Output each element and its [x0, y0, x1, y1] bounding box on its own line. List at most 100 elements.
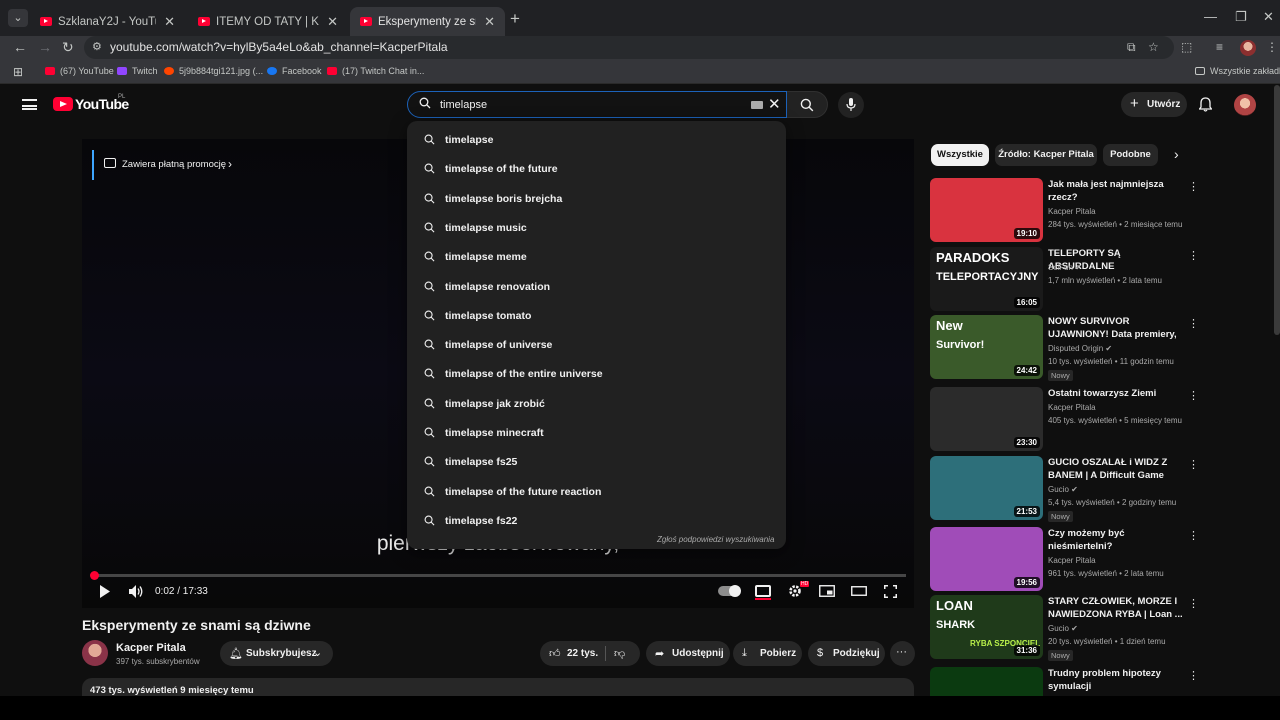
browser-tab[interactable]: ITEMY OD TATY | KISS or SLAP | ✕ [188, 7, 348, 36]
close-window-icon[interactable]: ✕ [1263, 9, 1274, 25]
more-options-icon[interactable]: ⋮ [1188, 458, 1199, 471]
subscribe-button[interactable]: 🔔︎ Subskrybujesz ⌄ [220, 641, 333, 666]
tab-close-icon[interactable]: ✕ [484, 14, 495, 30]
thanks-button[interactable]: $ Podziękuj [808, 641, 885, 666]
video-thumbnail[interactable]: LOAN SHARK RYBA SZPONCIEL 31:36 [930, 595, 1043, 659]
media-controls-icon[interactable]: ≡ [1216, 40, 1223, 54]
search-suggestion-item[interactable]: timelapse of the entire universe [407, 360, 786, 389]
profile-avatar[interactable] [1240, 40, 1256, 56]
more-options-icon[interactable]: ⋮ [1188, 317, 1199, 330]
new-tab-icon[interactable]: + [510, 9, 520, 29]
bookmark-item[interactable]: (67) YouTube [45, 66, 114, 76]
volume-icon[interactable] [129, 585, 144, 598]
recommended-video-title[interactable]: Jak mała jest najmniejsza rzecz? [1048, 178, 1188, 204]
fullscreen-icon[interactable] [884, 585, 897, 598]
extensions-icon[interactable]: ⬚ [1181, 40, 1192, 54]
recommended-channel[interactable]: Disputed Origin ✔ [1048, 344, 1112, 353]
search-suggestion-item[interactable]: timelapse of the future reaction [407, 478, 786, 507]
dislike-icon[interactable]: 👎︎ [614, 647, 625, 660]
recommended-video[interactable]: LOAN SHARK RYBA SZPONCIEL 31:36 STARY CZŁOWI… [930, 595, 1270, 661]
notifications-bell-icon[interactable] [1199, 97, 1212, 112]
clear-search-icon[interactable]: ✕ [768, 95, 781, 113]
recommended-video-title[interactable]: Ostatni towarzysz Ziemi [1048, 387, 1188, 400]
progress-bar[interactable] [89, 571, 906, 580]
recommended-channel[interactable]: Gucio ✔ [1048, 485, 1078, 494]
recommended-video[interactable]: 19:56 Czy możemy być nieśmiertelni? Kacper… [930, 527, 1270, 591]
share-button[interactable]: ➦ Udostępnij [646, 641, 730, 666]
recommended-channel[interactable]: Gucio ✔ [1048, 624, 1078, 633]
video-thumbnail[interactable]: 19:10 [930, 178, 1043, 242]
forward-icon[interactable]: → [38, 39, 52, 55]
search-suggestion-item[interactable]: timelapse fs25 [407, 448, 786, 477]
browser-tab[interactable]: SzklanaY2J - YouTube ✕ [30, 7, 185, 36]
video-thumbnail[interactable]: 21:53 [930, 456, 1043, 520]
search-suggestion-item[interactable]: timelapse of the future [407, 155, 786, 184]
tab-search-button[interactable]: ⌄ [8, 9, 28, 27]
play-icon[interactable] [99, 585, 111, 598]
search-suggestion-item[interactable]: timelapse renovation [407, 273, 786, 302]
progress-scrubber[interactable] [89, 571, 99, 580]
recommended-video-title[interactable]: Czy możemy być nieśmiertelni? [1048, 527, 1188, 553]
channel-avatar[interactable] [82, 640, 108, 666]
recommended-video[interactable]: New Survivor! 24:42 NOWY SURVIVOR UJAWNIONY… [930, 315, 1270, 381]
more-options-icon[interactable]: ⋮ [1188, 529, 1199, 542]
recommended-video[interactable]: 23:30 Ostatni towarzysz Ziemi Kacper Pital… [930, 387, 1270, 451]
recommended-channel[interactable]: Kacper Pitala [1048, 556, 1096, 565]
restore-icon[interactable]: ❐ [1235, 9, 1247, 25]
recommended-video-title[interactable]: Trudny problem hipotezy symulacji [1048, 667, 1188, 693]
more-actions-button[interactable]: ··· [890, 641, 915, 666]
reload-icon[interactable]: ↻ [62, 39, 74, 56]
more-options-icon[interactable]: ⋮ [1188, 669, 1199, 682]
chip-related[interactable]: Podobne [1103, 144, 1158, 166]
video-thumbnail[interactable]: PARADOKS TELEPORTACYJNY 16:05 [930, 247, 1043, 311]
search-button[interactable] [787, 91, 828, 118]
paid-promotion-badge[interactable]: Zawiera płatną promocję › [92, 150, 242, 180]
address-bar[interactable]: ⚙ youtube.com/watch?v=hylBy5a4eLo&ab_cha… [84, 36, 1174, 59]
recommended-video[interactable]: PARADOKS TELEPORTACYJNY 16:05 TELEPORTY SĄ … [930, 247, 1270, 311]
bookmark-star-icon[interactable]: ☆ [1148, 40, 1159, 54]
search-suggestion-item[interactable]: timelapse boris brejcha [407, 185, 786, 214]
minimize-icon[interactable]: — [1204, 9, 1217, 24]
search-suggestion-item[interactable]: timelapse [407, 126, 786, 155]
chevron-right-icon[interactable]: › [1174, 146, 1179, 162]
search-suggestion-item[interactable]: timelapse jak zrobić [407, 390, 786, 419]
search-input[interactable] [440, 96, 740, 114]
bookmark-item[interactable]: Twitch [117, 66, 158, 76]
recommended-video[interactable]: 19:10 Jak mała jest najmniejsza rzecz? Kac… [930, 178, 1270, 242]
report-suggestions-link[interactable]: Zgłoś podpowiedzi wyszukiwania [657, 535, 774, 544]
search-suggestion-item[interactable]: timelapse fs22 [407, 507, 786, 536]
install-app-icon[interactable]: ⧉ [1127, 40, 1136, 55]
video-thumbnail[interactable]: 19:56 [930, 527, 1043, 591]
tab-close-icon[interactable]: ✕ [327, 14, 338, 30]
like-icon[interactable]: 👍︎ [549, 647, 561, 660]
download-button[interactable]: ⤓ Pobierz [733, 641, 802, 666]
menu-icon[interactable] [22, 99, 37, 110]
recommended-video-title[interactable]: NOWY SURVIVOR UJAWNIONY! Data premiery, … [1048, 315, 1188, 341]
recommended-channel[interactable]: SciFun ✔ [1048, 263, 1082, 272]
search-box[interactable]: ✕ [407, 91, 787, 118]
tab-close-icon[interactable]: ✕ [164, 14, 175, 30]
theater-mode-icon[interactable] [851, 586, 867, 596]
all-bookmarks-button[interactable]: Wszystkie zakładki [1195, 66, 1280, 76]
search-suggestion-item[interactable]: timelapse tomato [407, 302, 786, 331]
chip-source[interactable]: Źródło: Kacper Pitala [995, 144, 1097, 166]
autoplay-toggle[interactable] [718, 585, 741, 597]
bookmark-item[interactable]: 5j9b884tgi121.jpg (... [164, 66, 263, 76]
more-options-icon[interactable]: ⋮ [1188, 249, 1199, 262]
back-icon[interactable]: ← [13, 39, 27, 55]
chip-all[interactable]: Wszystkie [931, 144, 989, 166]
search-suggestion-item[interactable]: timelapse of universe [407, 331, 786, 360]
miniplayer-icon[interactable] [819, 585, 835, 597]
recommended-video[interactable]: 21:53 GUCIO OSZALAŁ i WIDZ Z BANEM | A Di… [930, 456, 1270, 522]
more-options-icon[interactable]: ⋮ [1188, 597, 1199, 610]
site-info-icon[interactable]: ⚙ [92, 40, 102, 53]
bookmark-item[interactable]: Facebook [267, 66, 322, 76]
like-count[interactable]: 22 tys. [567, 648, 598, 659]
more-options-icon[interactable]: ⋮ [1188, 389, 1199, 402]
recommended-channel[interactable]: Kacper Pitala [1048, 403, 1096, 412]
video-thumbnail[interactable]: 23:30 [930, 387, 1043, 451]
bookmark-item[interactable]: (17) Twitch Chat in... [327, 66, 424, 76]
channel-name[interactable]: Kacper Pitala [116, 642, 186, 654]
search-suggestion-item[interactable]: timelapse music [407, 214, 786, 243]
browser-menu-icon[interactable]: ⋮ [1266, 40, 1278, 54]
